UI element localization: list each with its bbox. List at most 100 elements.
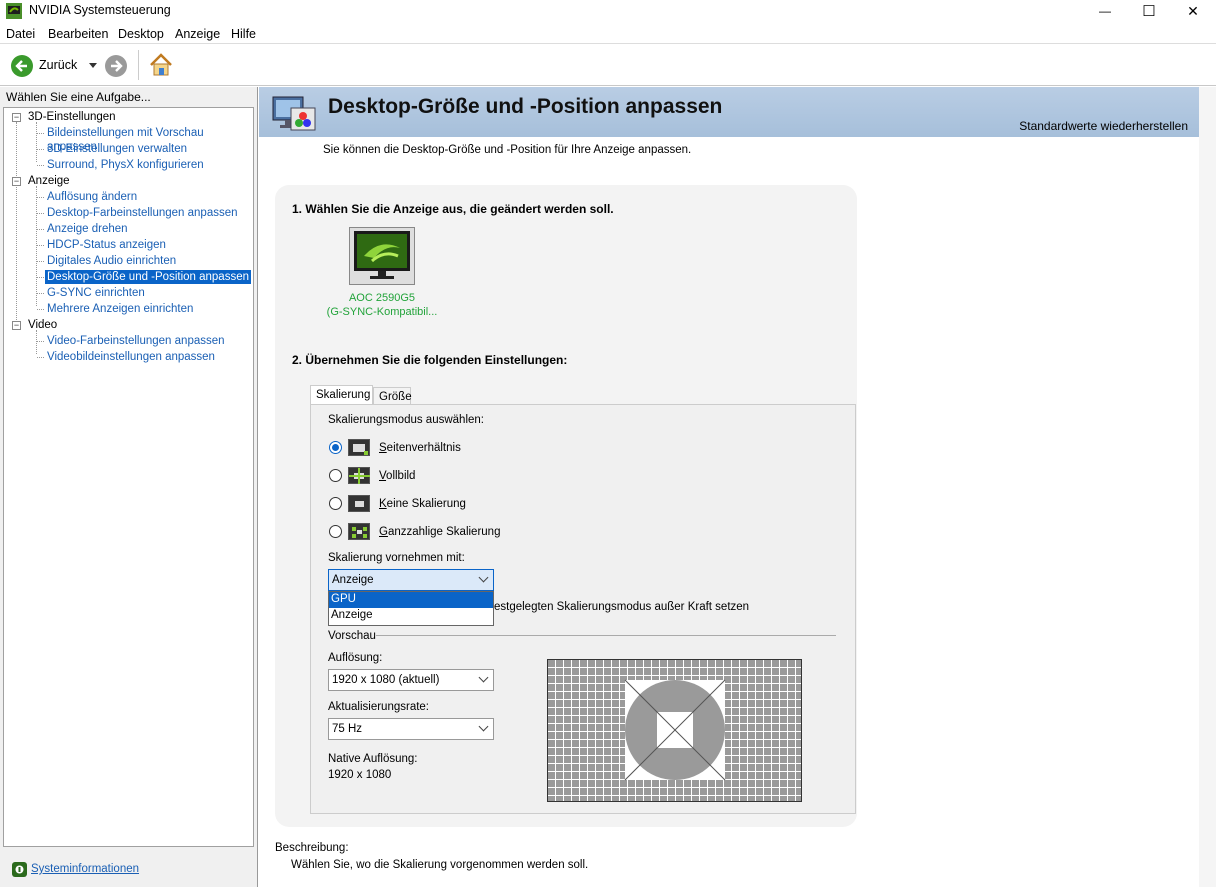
minimize-icon: — bbox=[1099, 4, 1111, 18]
menu-bearbeiten[interactable]: Bearbeiten bbox=[48, 27, 108, 41]
window-title: NVIDIA Systemsteuerung bbox=[29, 3, 171, 17]
refresh-label: Aktualisierungsrate: bbox=[328, 701, 429, 713]
task-label: Wählen Sie eine Aufgabe... bbox=[6, 90, 151, 104]
resolution-select[interactable]: 1920 x 1080 (aktuell) bbox=[328, 669, 494, 691]
vertical-scrollbar[interactable] bbox=[1199, 87, 1216, 887]
menu-desktop[interactable]: Desktop bbox=[118, 27, 164, 41]
perform-scaling-label: Skalierung vornehmen mit: bbox=[328, 552, 465, 564]
perform-scaling-select[interactable]: Anzeige bbox=[328, 569, 494, 591]
collapse-icon[interactable]: − bbox=[12, 321, 21, 330]
page-title: Desktop-Größe und -Position anpassen bbox=[328, 95, 723, 118]
radio-label-ganzzahlig[interactable]: Ganzzahlige Skalierung bbox=[379, 526, 500, 538]
override-checkbox-label[interactable]: estgelegten Skalierungsmodus außer Kraft… bbox=[494, 601, 749, 613]
title-bar: NVIDIA Systemsteuerung — ☐ ✕ bbox=[0, 0, 1216, 22]
radio-ganzzahlig[interactable] bbox=[329, 525, 342, 538]
description-label: Beschreibung: bbox=[275, 842, 349, 854]
menu-datei[interactable]: Datei bbox=[6, 27, 35, 41]
refresh-value: 75 Hz bbox=[332, 723, 363, 735]
toolbar-divider bbox=[138, 50, 139, 80]
menu-bar: Datei Bearbeiten Desktop Anzeige Hilfe bbox=[0, 24, 1216, 44]
resolution-label: Auflösung: bbox=[328, 652, 383, 664]
native-resolution-value: 1920 x 1080 bbox=[328, 769, 392, 781]
integer-scaling-icon bbox=[348, 523, 370, 540]
content-panel: Desktop-Größe und -Position anpassen Sta… bbox=[257, 87, 1216, 887]
test-pattern-graphic bbox=[548, 660, 801, 801]
monitor-select-tile[interactable] bbox=[349, 227, 415, 285]
tree-item-farbeinstellungen[interactable]: Desktop-Farbeinstellungen anpassen bbox=[45, 206, 240, 220]
scaling-mode-label: Skalierungsmodus auswählen: bbox=[328, 414, 484, 426]
arrow-left-icon bbox=[15, 60, 27, 72]
back-dropdown-icon[interactable] bbox=[89, 63, 97, 68]
monitor-icon bbox=[354, 231, 410, 279]
step1-heading: 1. Wählen Sie die Anzeige aus, die geänd… bbox=[292, 202, 614, 216]
nvidia-logo-icon bbox=[12, 862, 27, 877]
task-tree: − 3D-Einstellungen Bildeinstellungen mit… bbox=[3, 107, 254, 847]
arrow-right-icon bbox=[111, 60, 123, 72]
maximize-button[interactable]: ☐ bbox=[1126, 0, 1172, 22]
tree-item-video-farbe[interactable]: Video-Farbeinstellungen anpassen bbox=[45, 334, 227, 348]
step2-heading: 2. Übernehmen Sie die folgenden Einstell… bbox=[292, 353, 568, 367]
native-resolution-label: Native Auflösung: bbox=[328, 753, 418, 765]
task-panel: Wählen Sie eine Aufgabe... − 3D-Einstell… bbox=[0, 87, 257, 887]
monitor-subtitle: (G-SYNC-Kompatibil... bbox=[326, 306, 438, 318]
tree-item-videobild[interactable]: Videobildeinstellungen anpassen bbox=[45, 350, 217, 364]
tree-item-drehen[interactable]: Anzeige drehen bbox=[45, 222, 130, 236]
page-banner: Desktop-Größe und -Position anpassen Sta… bbox=[259, 87, 1200, 137]
radio-label-vollbild[interactable]: Vollbild bbox=[379, 470, 415, 482]
maximize-icon: ☐ bbox=[1142, 3, 1156, 20]
tree-item-hdcp[interactable]: HDCP-Status anzeigen bbox=[45, 238, 168, 252]
no-scaling-icon bbox=[348, 495, 370, 512]
radio-seitenverhaeltnis[interactable] bbox=[329, 441, 342, 454]
fullscreen-icon bbox=[348, 467, 370, 484]
radio-keine-skalierung[interactable] bbox=[329, 497, 342, 510]
tree-category-3d[interactable]: 3D-Einstellungen bbox=[28, 111, 116, 123]
minimize-button[interactable]: — bbox=[1082, 0, 1128, 22]
nvidia-app-icon bbox=[6, 3, 22, 19]
tree-category-video[interactable]: Video bbox=[28, 319, 57, 331]
close-button[interactable]: ✕ bbox=[1170, 0, 1216, 22]
preview-group-label: Vorschau bbox=[328, 630, 380, 642]
tab-skalierung[interactable]: Skalierung bbox=[310, 385, 373, 406]
resolution-value: 1920 x 1080 (aktuell) bbox=[332, 674, 440, 686]
tree-category-anzeige[interactable]: Anzeige bbox=[28, 175, 70, 187]
tree-guide bbox=[36, 122, 37, 162]
chevron-down-icon bbox=[478, 572, 489, 583]
display-settings-icon bbox=[271, 94, 319, 134]
dropdown-option-gpu[interactable]: GPU bbox=[329, 592, 493, 608]
perform-scaling-dropdown: GPU Anzeige bbox=[328, 591, 494, 626]
tree-item-aufloesung[interactable]: Auflösung ändern bbox=[45, 190, 139, 204]
perform-scaling-value: Anzeige bbox=[332, 574, 374, 586]
scaling-preview bbox=[547, 659, 802, 802]
menu-hilfe[interactable]: Hilfe bbox=[231, 27, 256, 41]
radio-label-seitenverhaeltnis[interactable]: Seitenverhältnis bbox=[379, 442, 461, 454]
dropdown-option-anzeige[interactable]: Anzeige bbox=[329, 608, 493, 624]
radio-label-keine-skalierung[interactable]: Keine Skalierung bbox=[379, 498, 466, 510]
monitor-name: AOC 2590G5 bbox=[348, 292, 416, 304]
back-button[interactable] bbox=[11, 55, 33, 77]
description-text: Wählen Sie, wo die Skalierung vorgenomme… bbox=[291, 859, 589, 871]
collapse-icon[interactable]: − bbox=[12, 177, 21, 186]
radio-vollbild[interactable] bbox=[329, 469, 342, 482]
sysinfo-label[interactable]: Systeminformationen bbox=[31, 863, 139, 875]
restore-defaults-link[interactable]: Standardwerte wiederherstellen bbox=[1019, 119, 1188, 133]
home-icon bbox=[150, 53, 172, 76]
tree-item-3d-verwalten[interactable]: 3D-Einstellungen verwalten bbox=[45, 142, 189, 156]
scaling-tab-page: Skalierungsmodus auswählen: Seitenverhäl… bbox=[310, 404, 856, 814]
back-label[interactable]: Zurück bbox=[39, 58, 77, 72]
tree-guide bbox=[36, 330, 37, 354]
tree-item-audio[interactable]: Digitales Audio einrichten bbox=[45, 254, 178, 268]
menu-anzeige[interactable]: Anzeige bbox=[175, 27, 220, 41]
home-button[interactable] bbox=[148, 52, 174, 78]
tree-guide bbox=[36, 186, 37, 306]
tree-item-mehrere-anzeigen[interactable]: Mehrere Anzeigen einrichten bbox=[45, 302, 195, 316]
forward-button[interactable] bbox=[105, 55, 127, 77]
aspect-ratio-icon bbox=[348, 439, 370, 456]
tree-guide bbox=[16, 122, 17, 330]
tree-item-surround[interactable]: Surround, PhysX konfigurieren bbox=[45, 158, 206, 172]
refresh-select[interactable]: 75 Hz bbox=[328, 718, 494, 740]
tree-item-gsync[interactable]: G-SYNC einrichten bbox=[45, 286, 147, 300]
tree-item-desktop-groesse[interactable]: Desktop-Größe und -Position anpassen bbox=[45, 270, 251, 284]
page-intro: Sie können die Desktop-Größe und -Positi… bbox=[323, 144, 692, 156]
collapse-icon[interactable]: − bbox=[12, 113, 21, 122]
toolbar: Zurück bbox=[0, 45, 1216, 86]
